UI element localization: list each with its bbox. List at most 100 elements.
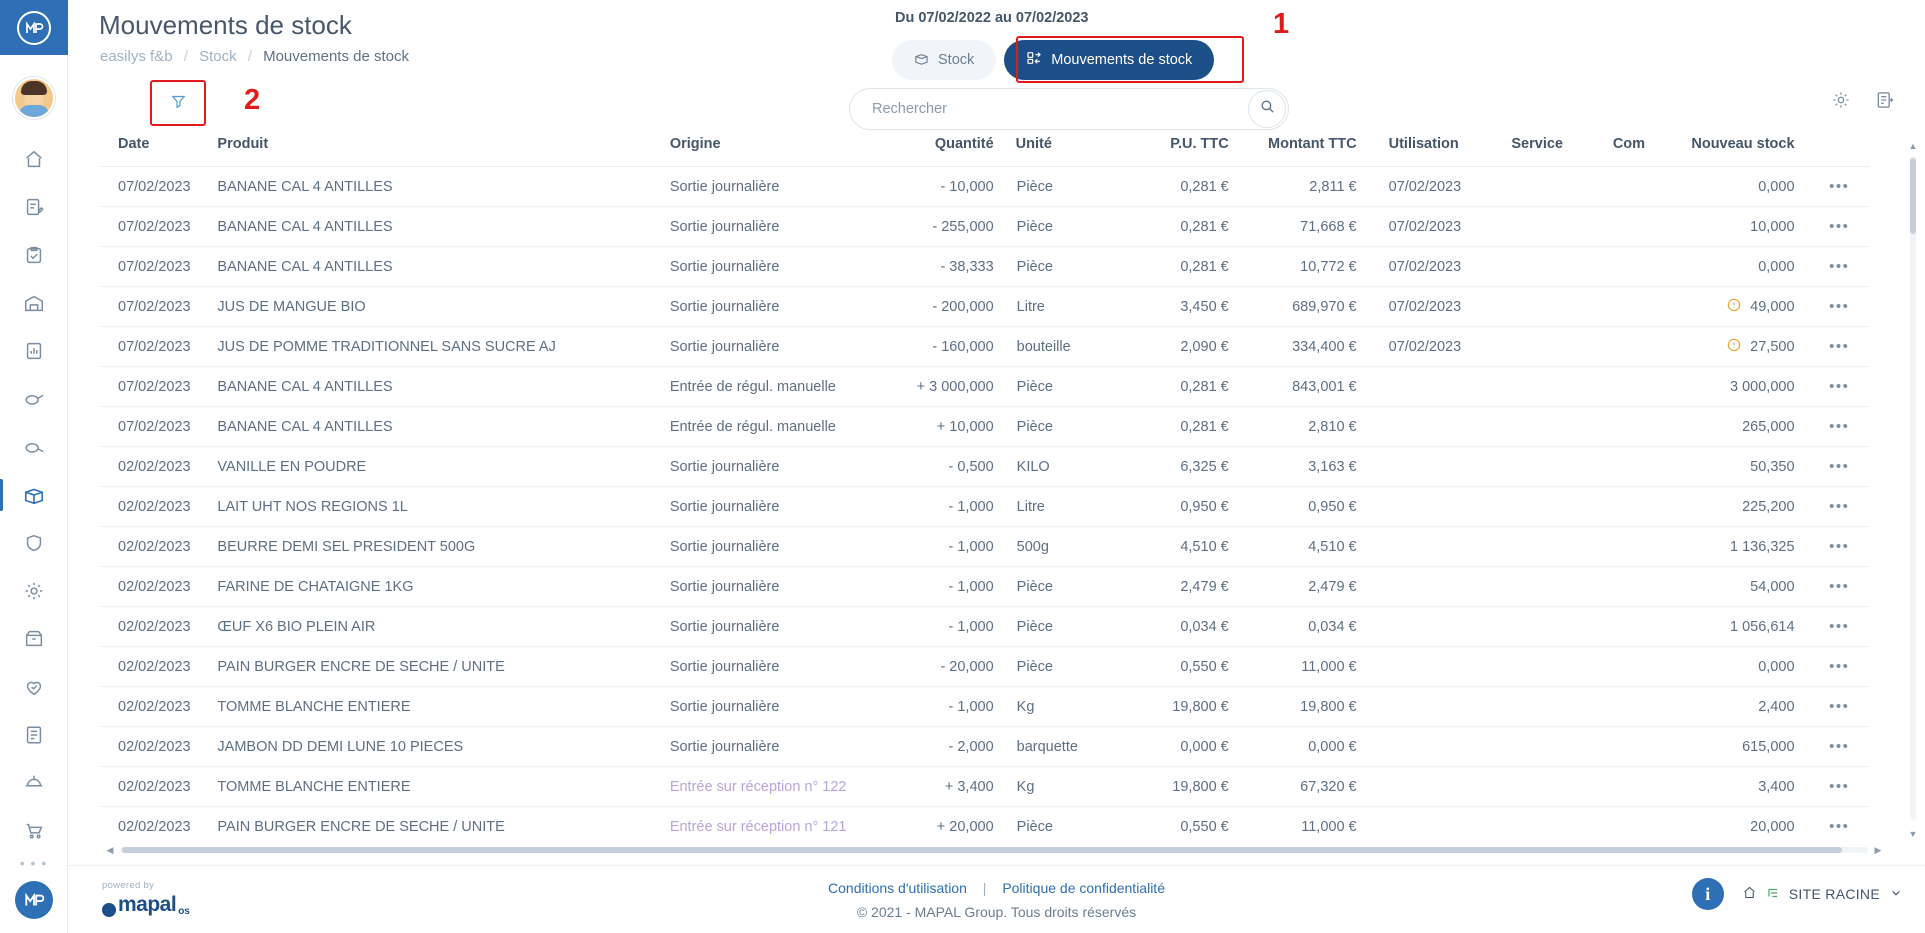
row-menu-icon[interactable]: ••• bbox=[1829, 218, 1849, 235]
row-menu-icon[interactable]: ••• bbox=[1829, 378, 1849, 395]
sidebar-item-favorites[interactable] bbox=[0, 663, 68, 711]
sidebar-item-inventory[interactable] bbox=[0, 615, 68, 663]
row-actions[interactable]: ••• bbox=[1808, 486, 1870, 527]
table-row[interactable]: 02/02/2023 FARINE DE CHATAIGNE 1KG Sortie … bbox=[100, 566, 1870, 607]
breadcrumb-item-stock[interactable]: Stock bbox=[199, 48, 237, 65]
vertical-scroll-track[interactable] bbox=[1910, 156, 1916, 820]
scroll-left-arrow-icon[interactable]: ◀ bbox=[104, 844, 116, 856]
row-actions[interactable]: ••• bbox=[1808, 726, 1870, 767]
sidebar-item-quality[interactable] bbox=[0, 519, 68, 567]
origine-link[interactable]: Entrée sur réception n° 121 bbox=[670, 819, 847, 835]
filter-button[interactable] bbox=[158, 88, 198, 120]
row-menu-icon[interactable]: ••• bbox=[1829, 818, 1849, 835]
table-row[interactable]: 07/02/2023 BANANE CAL 4 ANTILLES Entrée de… bbox=[100, 406, 1870, 447]
table-row[interactable]: 07/02/2023 JUS DE POMME TRADITIONNEL SANS… bbox=[100, 326, 1870, 367]
sidebar-item-orders[interactable] bbox=[0, 183, 68, 231]
cell-origine[interactable]: Entrée sur réception n° 121 bbox=[667, 806, 888, 836]
column-header-unite[interactable]: Unité bbox=[1015, 136, 1124, 167]
row-menu-icon[interactable]: ••• bbox=[1829, 458, 1849, 475]
column-header-quantite[interactable]: Quantité bbox=[887, 136, 1016, 167]
row-actions[interactable]: ••• bbox=[1808, 646, 1870, 687]
column-header-montant-ttc[interactable]: Montant TTC bbox=[1240, 136, 1369, 167]
row-actions[interactable]: ••• bbox=[1808, 686, 1870, 727]
table-row[interactable]: 02/02/2023 BEURRE DEMI SEL PRESIDENT 500G… bbox=[100, 526, 1870, 567]
sidebar-item-stock[interactable] bbox=[0, 471, 68, 519]
column-header-com[interactable]: Com bbox=[1573, 136, 1656, 167]
column-header-date[interactable]: Date bbox=[100, 136, 208, 167]
row-actions[interactable]: ••• bbox=[1808, 526, 1870, 567]
sidebar-item-recipes[interactable] bbox=[0, 375, 68, 423]
row-menu-icon[interactable]: ••• bbox=[1829, 698, 1849, 715]
row-actions[interactable]: ••• bbox=[1808, 406, 1870, 447]
cell-origine[interactable]: Entrée sur réception n° 122 bbox=[667, 766, 888, 807]
avatar[interactable] bbox=[12, 77, 55, 119]
site-selector[interactable]: SITE RACINE bbox=[1742, 885, 1903, 903]
sidebar-more-icon[interactable]: • • • bbox=[20, 855, 47, 871]
info-icon[interactable]: i bbox=[1691, 878, 1724, 910]
column-header-origine[interactable]: Origine bbox=[667, 136, 888, 167]
stock-toggle[interactable]: Stock bbox=[892, 40, 997, 80]
row-actions[interactable]: ••• bbox=[1808, 286, 1870, 327]
row-actions[interactable]: ••• bbox=[1808, 326, 1870, 367]
sidebar-item-home[interactable] bbox=[0, 135, 68, 183]
row-menu-icon[interactable]: ••• bbox=[1829, 618, 1849, 635]
row-menu-icon[interactable]: ••• bbox=[1829, 658, 1849, 675]
row-actions[interactable]: ••• bbox=[1808, 446, 1870, 487]
search-input[interactable] bbox=[850, 100, 1248, 118]
row-actions[interactable]: ••• bbox=[1808, 366, 1870, 407]
table-row[interactable]: 02/02/2023 PAIN BURGER ENCRE DE SECHE / U… bbox=[100, 646, 1870, 687]
row-menu-icon[interactable]: ••• bbox=[1829, 178, 1849, 195]
row-actions[interactable]: ••• bbox=[1808, 246, 1870, 287]
row-menu-icon[interactable]: ••• bbox=[1829, 418, 1849, 435]
column-header-produit[interactable]: Produit bbox=[207, 136, 668, 167]
table-row[interactable]: 07/02/2023 BANANE CAL 4 ANTILLES Sortie jo… bbox=[100, 166, 1870, 207]
row-menu-icon[interactable]: ••• bbox=[1829, 538, 1849, 555]
sidebar-item-deliveries[interactable] bbox=[0, 279, 68, 327]
app-logo-footer[interactable] bbox=[14, 881, 53, 919]
row-menu-icon[interactable]: ••• bbox=[1829, 498, 1849, 515]
row-actions[interactable]: ••• bbox=[1808, 206, 1870, 247]
sidebar-item-reports[interactable] bbox=[0, 327, 68, 375]
row-menu-icon[interactable]: ••• bbox=[1829, 258, 1849, 275]
scroll-right-arrow-icon[interactable]: ▶ bbox=[1872, 844, 1884, 856]
row-menu-icon[interactable]: ••• bbox=[1829, 298, 1849, 315]
table-row[interactable]: 02/02/2023 JAMBON DD DEMI LUNE 10 PIECES S… bbox=[100, 726, 1870, 767]
column-header-utilisation[interactable]: Utilisation bbox=[1368, 136, 1492, 167]
table-vertical-scrollbar[interactable]: ▲ ▼ bbox=[1907, 140, 1919, 840]
row-actions[interactable]: ••• bbox=[1808, 766, 1870, 807]
app-logo[interactable] bbox=[0, 0, 68, 56]
gear-icon[interactable] bbox=[1831, 90, 1851, 110]
row-menu-icon[interactable]: ••• bbox=[1829, 338, 1849, 355]
scroll-down-arrow-icon[interactable]: ▼ bbox=[1907, 828, 1919, 840]
row-menu-icon[interactable]: ••• bbox=[1829, 738, 1849, 755]
origine-link[interactable]: Entrée sur réception n° 122 bbox=[670, 779, 847, 795]
table-row[interactable]: 07/02/2023 BANANE CAL 4 ANTILLES Sortie jo… bbox=[100, 206, 1870, 247]
sidebar-item-invoices[interactable] bbox=[0, 711, 68, 759]
table-row[interactable]: 02/02/2023 TOMME BLANCHE ENTIERE Sortie jo… bbox=[100, 686, 1870, 727]
row-actions[interactable]: ••• bbox=[1808, 806, 1870, 836]
vertical-scroll-thumb[interactable] bbox=[1910, 158, 1916, 234]
row-actions[interactable]: ••• bbox=[1808, 166, 1870, 207]
row-menu-icon[interactable]: ••• bbox=[1829, 778, 1849, 795]
table-row[interactable]: 02/02/2023 ŒUF X6 BIO PLEIN AIR Sortie jou… bbox=[100, 606, 1870, 647]
column-header-pu-ttc[interactable]: P.U. TTC bbox=[1123, 136, 1241, 167]
terms-link[interactable]: Conditions d'utilisation bbox=[828, 880, 967, 896]
sidebar-item-tasks[interactable] bbox=[0, 231, 68, 279]
row-menu-icon[interactable]: ••• bbox=[1829, 578, 1849, 595]
sidebar-item-cart[interactable] bbox=[0, 807, 68, 855]
table-row[interactable]: 07/02/2023 BANANE CAL 4 ANTILLES Entrée de… bbox=[100, 366, 1870, 407]
table-row[interactable]: 07/02/2023 BANANE CAL 4 ANTILLES Sortie jo… bbox=[100, 246, 1870, 287]
table-row[interactable]: 02/02/2023 TOMME BLANCHE ENTIERE Entrée su… bbox=[100, 766, 1870, 807]
search-button[interactable] bbox=[1248, 90, 1286, 128]
export-report-icon[interactable] bbox=[1875, 90, 1895, 110]
sidebar-item-suppliers[interactable] bbox=[0, 759, 68, 807]
sidebar-item-production[interactable] bbox=[0, 423, 68, 471]
breadcrumb-item-root[interactable]: easilys f&b bbox=[100, 48, 173, 65]
table-row[interactable]: 02/02/2023 LAIT UHT NOS REGIONS 1L Sortie … bbox=[100, 486, 1870, 527]
horizontal-scroll-thumb[interactable] bbox=[122, 847, 1842, 853]
column-header-nouveau-stock[interactable]: Nouveau stock bbox=[1655, 136, 1809, 167]
privacy-link[interactable]: Politique de confidentialité bbox=[1002, 880, 1165, 896]
table-row[interactable]: 07/02/2023 JUS DE MANGUE BIO Sortie journa… bbox=[100, 286, 1870, 327]
column-header-service[interactable]: Service bbox=[1491, 136, 1574, 167]
sidebar-item-settings[interactable] bbox=[0, 567, 68, 615]
